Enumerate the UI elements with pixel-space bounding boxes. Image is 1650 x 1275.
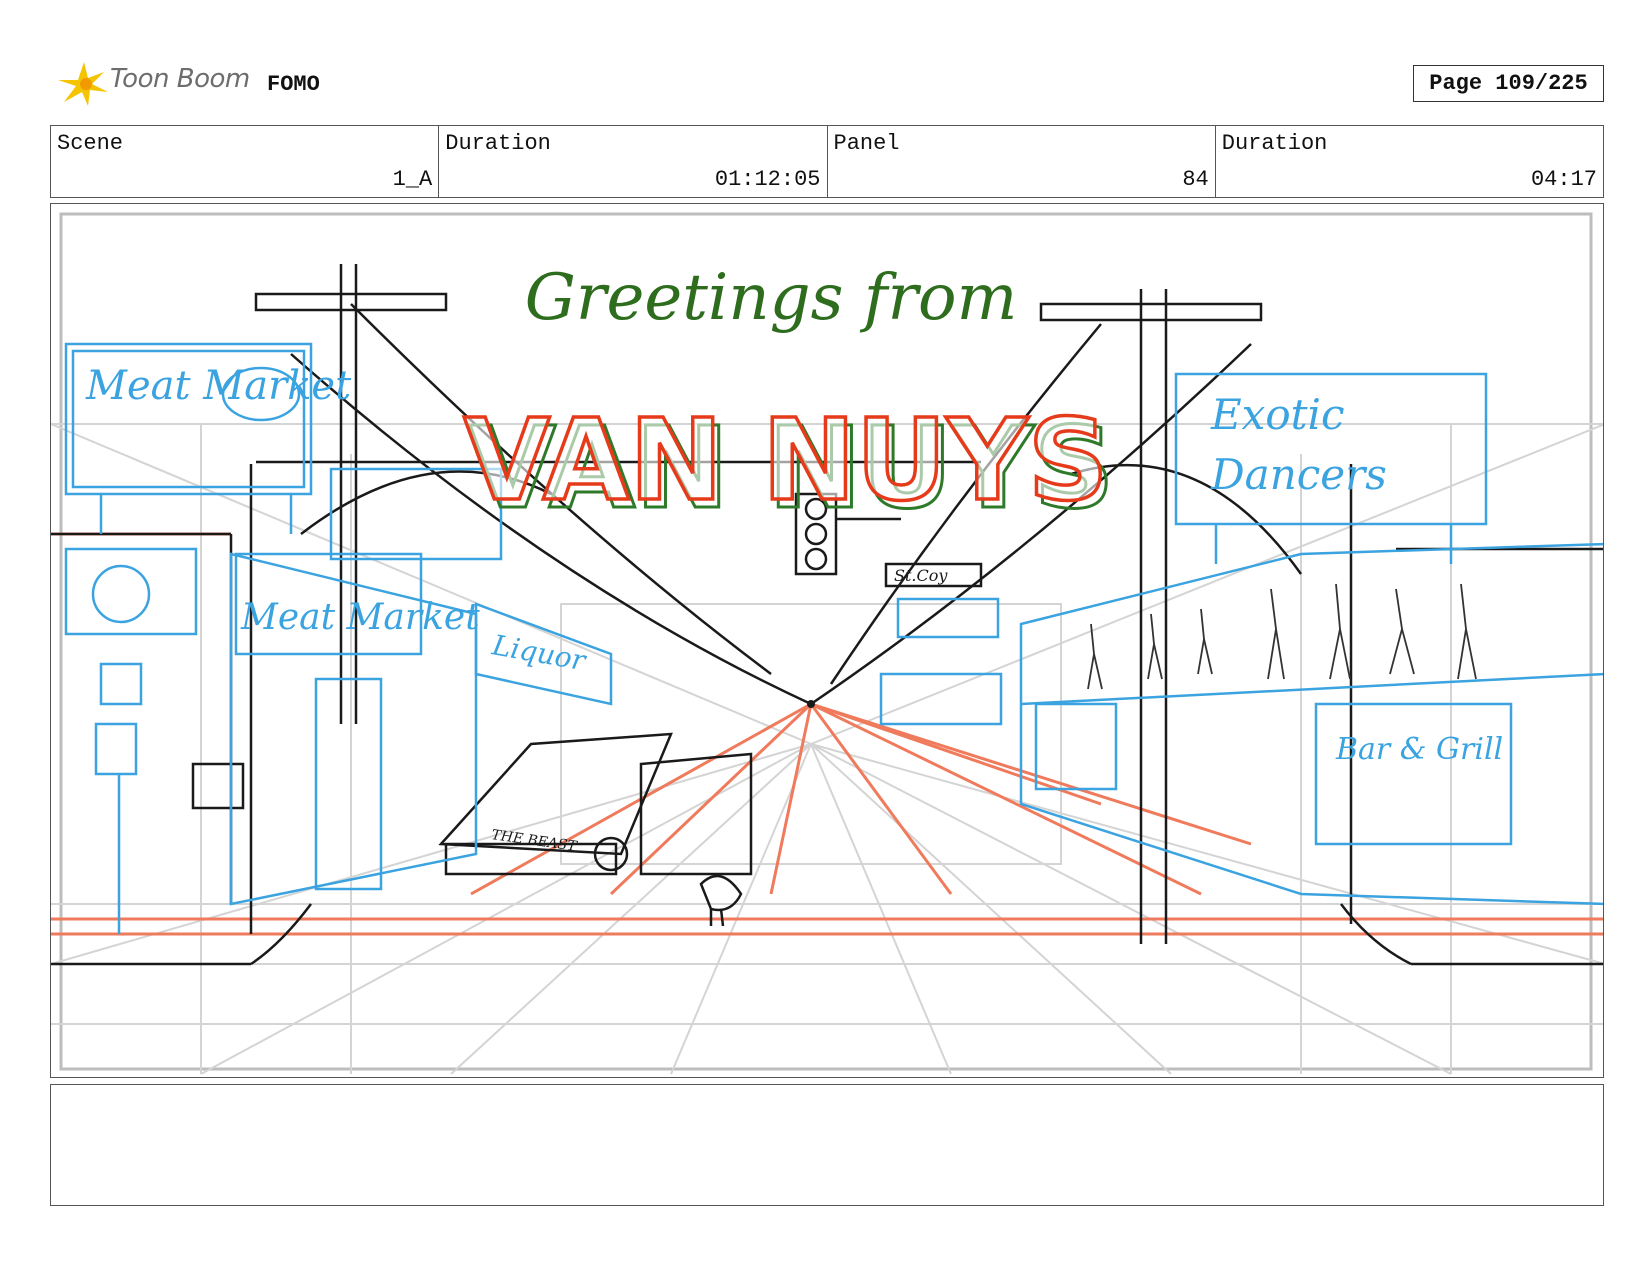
right-billboard-line2: Dancers <box>1210 450 1387 499</box>
dancer-figures <box>1087 583 1477 690</box>
street-sign-text: St.Coy <box>894 566 948 585</box>
left-billboard-text: Meat Market <box>85 363 352 409</box>
greeting-text: Greetings from <box>525 261 1018 335</box>
van-nuys-sign: VAN NUYS VAN NUYS <box>462 394 1116 535</box>
svg-text:VAN NUYS: VAN NUYS <box>464 396 1109 526</box>
panel-cell: Panel 84 <box>828 126 1216 197</box>
panel-duration-value: 04:17 <box>1530 167 1597 192</box>
scene-info-table: Scene 1_A Duration 01:12:05 Panel 84 Dur… <box>50 125 1604 198</box>
scene-cell: Scene 1_A <box>51 126 440 197</box>
panel-artwork: VAN NUYS VAN NUYS Greetings from Meat Ma… <box>51 212 1603 1075</box>
scene-duration-cell: Duration 01:12:05 <box>439 126 828 197</box>
panel-value: 84 <box>1182 167 1209 192</box>
storyboard-panel: VAN NUYS VAN NUYS Greetings from Meat Ma… <box>50 203 1604 1078</box>
right-billboard-line1: Exotic <box>1210 390 1344 439</box>
left-storefront-text: Meat Market <box>240 597 480 638</box>
liquor-sign-text: Liquor <box>489 628 590 677</box>
scene-value: 1_A <box>392 167 433 192</box>
vanishing-point <box>807 700 815 708</box>
bar-grill-text: Bar & Grill <box>1335 732 1503 767</box>
scene-label: Scene <box>57 131 124 156</box>
panel-duration-cell: Duration 04:17 <box>1216 126 1603 197</box>
scene-duration-label: Duration <box>445 131 551 156</box>
car-text: THE BEAST <box>490 827 579 855</box>
scene-duration-value: 01:12:05 <box>714 167 821 192</box>
logo-wordmark: Toon Boom <box>110 64 250 94</box>
page-number: Page 109/225 <box>1413 65 1604 102</box>
project-title: FOMO <box>267 72 320 97</box>
panel-label: Panel <box>833 131 900 156</box>
panel-duration-label: Duration <box>1221 131 1328 156</box>
toon-boom-logo-icon <box>58 62 108 106</box>
action-notes-box <box>50 1084 1604 1206</box>
